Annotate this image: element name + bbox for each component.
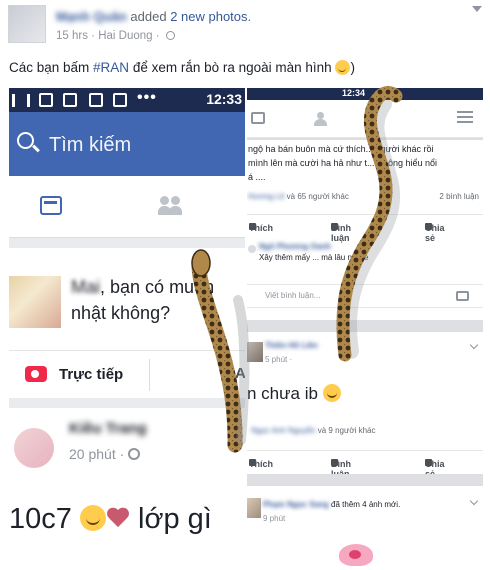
- hashtag-link[interactable]: #RAN: [93, 60, 129, 75]
- friends-icon[interactable]: [313, 112, 329, 126]
- post-time: 5 phút ·: [265, 355, 293, 364]
- post-meta: 15 hrs · Hai Duong ·: [56, 30, 175, 42]
- signal-icon: [12, 94, 30, 107]
- status-time: 12:34: [342, 88, 366, 98]
- broken-heart-icon: [106, 508, 130, 530]
- live-video-icon: [25, 366, 47, 382]
- more-notifications-icon: •••: [137, 89, 157, 106]
- nav-tabs: [9, 176, 245, 238]
- edge-letter: A: [235, 365, 245, 382]
- menu-icon[interactable]: [457, 111, 473, 123]
- comment: Ngô Phương Oanh Xây thêm mấy ... mà lâu …: [259, 242, 479, 262]
- globe-icon: [128, 448, 141, 460]
- photo-grid[interactable]: ••• 12:33 Tìm kiếm Mai, bạn có muốn nhật…: [9, 88, 483, 566]
- likes-summary[interactable]: Ngọc Anh Nguyễn và 9 người khác: [251, 426, 375, 435]
- location-link[interactable]: Hai Duong: [98, 30, 152, 42]
- post-body: 10c7 lớp gì: [9, 503, 212, 535]
- comment-placeholder: Viết bình luận...: [265, 291, 321, 300]
- comment-input[interactable]: Viết bình luận...: [247, 284, 483, 308]
- live-bar: Trực tiếp A: [9, 350, 245, 398]
- composer-prompt[interactable]: Mai, bạn có muốn nhật không?: [71, 274, 245, 326]
- divider: [149, 359, 150, 391]
- post-author-name[interactable]: Kiều Trang: [69, 420, 147, 437]
- new-photos-link[interactable]: 2 new photos: [170, 9, 247, 24]
- friends-tab-icon[interactable]: [157, 196, 185, 216]
- meta-separator-2: ·: [155, 30, 160, 42]
- camera-icon[interactable]: [456, 291, 469, 301]
- sticker-image: [339, 544, 373, 566]
- action-prefix: added: [130, 9, 167, 24]
- search-placeholder: Tìm kiếm: [49, 134, 132, 156]
- post-author-name[interactable]: Thiên Hồ Liên: [265, 341, 318, 350]
- composer-avatar: [9, 276, 61, 328]
- smile-emoji-icon: [335, 60, 351, 75]
- status-composer[interactable]: Mai, bạn có muốn nhật không?: [9, 248, 245, 350]
- relieved-emoji-icon: [79, 505, 106, 531]
- post-header: Phạm Ngọc Sang đã thêm 4 ảnh mới.: [263, 500, 401, 509]
- status-time: 12:33: [206, 91, 242, 107]
- search-icon: [17, 132, 34, 149]
- notification-s2-icon: [113, 93, 127, 107]
- post-actions: Thích Bình luận Chia sẻ: [247, 450, 483, 479]
- likes-summary[interactable]: Hương Lê và 65 người khác: [248, 192, 349, 201]
- notification-bag-icon: [89, 93, 103, 107]
- news-feed-icon[interactable]: [251, 112, 265, 124]
- news-feed-tab-icon[interactable]: [40, 196, 62, 215]
- post-options-chevron-icon[interactable]: [472, 6, 482, 12]
- post-time: 20 phút ·: [69, 446, 141, 462]
- photo-left[interactable]: ••• 12:33 Tìm kiếm Mai, bạn có muốn nhật…: [9, 88, 245, 566]
- post-header: Mạnh Quân added 2 new photos.: [56, 9, 251, 24]
- post-text: ngộ ha bán buôn mà cứ thích... người khá…: [248, 144, 438, 182]
- comments-count[interactable]: 2 bình luận: [439, 192, 479, 201]
- live-button[interactable]: Trực tiếp: [59, 366, 123, 383]
- comment-author[interactable]: Ngô Phương Oanh: [259, 242, 479, 251]
- action-suffix: .: [247, 9, 252, 24]
- author-name-link[interactable]: Mạnh Quân: [56, 9, 127, 24]
- relieved-emoji-icon: [322, 384, 341, 402]
- post-time: 9 phút: [263, 514, 286, 523]
- meta-separator: ·: [91, 30, 96, 42]
- app-header: [247, 100, 483, 138]
- feed-post: Kiều Trang 20 phút · 10c7 lớp gì: [9, 408, 245, 566]
- photo-right[interactable]: 12:34 ngộ ha bán buôn mà cứ thích... ngư…: [247, 88, 483, 566]
- notification-message-icon: [63, 93, 77, 107]
- post-options-chevron-icon[interactable]: [469, 496, 479, 506]
- post-author-avatar[interactable]: [14, 428, 54, 468]
- facebook-post: Mạnh Quân added 2 new photos. 15 hrs · H…: [0, 0, 490, 570]
- author-avatar[interactable]: [8, 5, 46, 43]
- phone-status-bar: 12:34: [247, 88, 483, 100]
- post-author-avatar[interactable]: [247, 498, 261, 518]
- public-globe-icon[interactable]: [165, 31, 175, 40]
- notification-s-icon: [39, 93, 53, 107]
- reply-avatar: [248, 245, 256, 253]
- post-text: Các bạn bấm #RAN để xem rắn bò ra ngoài …: [9, 60, 355, 75]
- post-time-link[interactable]: 15 hrs: [56, 30, 88, 42]
- phone-status-bar: ••• 12:33: [9, 88, 245, 112]
- post-body: n chưa ib: [247, 384, 341, 404]
- comment-text: Xây thêm mấy ... mà lâu nữa e: [259, 253, 369, 262]
- post-author-avatar[interactable]: [247, 342, 263, 362]
- post-actions: Thích Bình luận Chia sẻ: [247, 214, 483, 243]
- post-options-chevron-icon[interactable]: [469, 340, 479, 350]
- search-bar[interactable]: Tìm kiếm: [9, 112, 245, 176]
